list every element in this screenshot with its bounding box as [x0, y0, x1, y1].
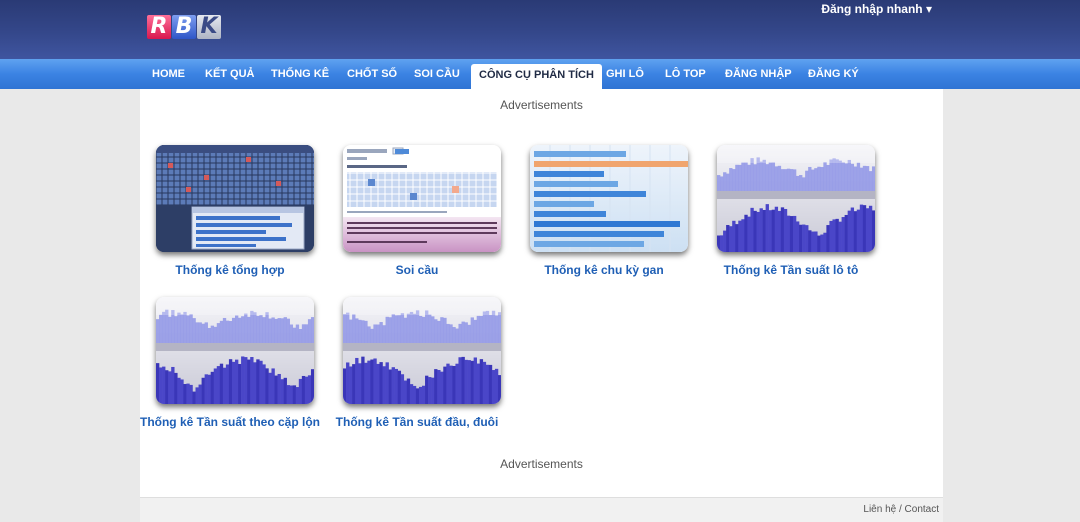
soi-cau-thumbnail — [343, 145, 501, 252]
tool-tile-tan-suat-lo-to[interactable]: Thống kê Tần suất lô tô — [701, 145, 881, 295]
logo-letter-r: R — [147, 15, 171, 39]
nav-dang-ky[interactable]: ĐĂNG KÝ — [808, 59, 859, 89]
gan-cycle-thumbnail — [530, 145, 688, 252]
tool-caption-tan-suat-dau-duoi[interactable]: Thống kê Tần suất đầu, đuôi — [307, 415, 527, 429]
main-content: Advertisements Thống kê tổng hợp Soi cầu… — [140, 89, 943, 497]
footer: Liên hệ / Contact — [140, 497, 943, 522]
nav-ket-qua[interactable]: KẾT QUẢ — [205, 59, 255, 89]
ads-label-bottom: Advertisements — [500, 457, 583, 471]
tool-tile-soi-cau[interactable]: Soi cầu — [327, 145, 507, 295]
logo-letter-b: B — [172, 15, 196, 39]
quick-login-dropdown[interactable]: Đăng nhập nhanh ▾ — [821, 2, 932, 16]
nav-chot-so[interactable]: CHỐT SỐ — [347, 59, 397, 89]
tool-tile-tan-suat-cap-lon[interactable]: Thống kê Tần suất theo cặp lộn — [140, 297, 320, 447]
frequency-chart-thumbnail — [343, 297, 501, 404]
contact-link[interactable]: Liên hệ / Contact — [863, 504, 939, 515]
frequency-chart-thumbnail — [156, 297, 314, 404]
logo-letter-k: K — [197, 15, 221, 39]
nav-thong-ke[interactable]: THỐNG KÊ — [271, 59, 329, 89]
tool-tile-tan-suat-dau-duoi[interactable]: Thống kê Tần suất đầu, đuôi — [327, 297, 507, 447]
top-header: R B K Đăng nhập nhanh ▾ — [0, 0, 1080, 59]
tool-caption-tan-suat-lo-to[interactable]: Thống kê Tần suất lô tô — [681, 263, 901, 277]
summary-stats-thumbnail — [156, 145, 314, 252]
nav-ghi-lo[interactable]: GHI LÔ — [606, 59, 644, 89]
nav-dang-nhap[interactable]: ĐĂNG NHẬP — [725, 59, 792, 89]
rbk-logo[interactable]: R B K — [147, 15, 221, 39]
main-nav: HOME KẾT QUẢ THỐNG KÊ CHỐT SỐ SOI CẦU CÔ… — [0, 59, 1080, 89]
nav-lo-top[interactable]: LÔ TOP — [665, 59, 706, 89]
frequency-chart-thumbnail — [717, 145, 875, 252]
tool-tile-chu-ky-gan[interactable]: Thống kê chu kỳ gan — [514, 145, 694, 295]
nav-cong-cu-phan-tich[interactable]: CÔNG CỤ PHÂN TÍCH — [471, 64, 602, 89]
tool-tile-summary[interactable]: Thống kê tổng hợp — [140, 145, 320, 295]
ads-label-top: Advertisements — [500, 98, 583, 112]
nav-soi-cau[interactable]: SOI CẦU — [414, 59, 460, 89]
nav-home[interactable]: HOME — [152, 59, 185, 89]
